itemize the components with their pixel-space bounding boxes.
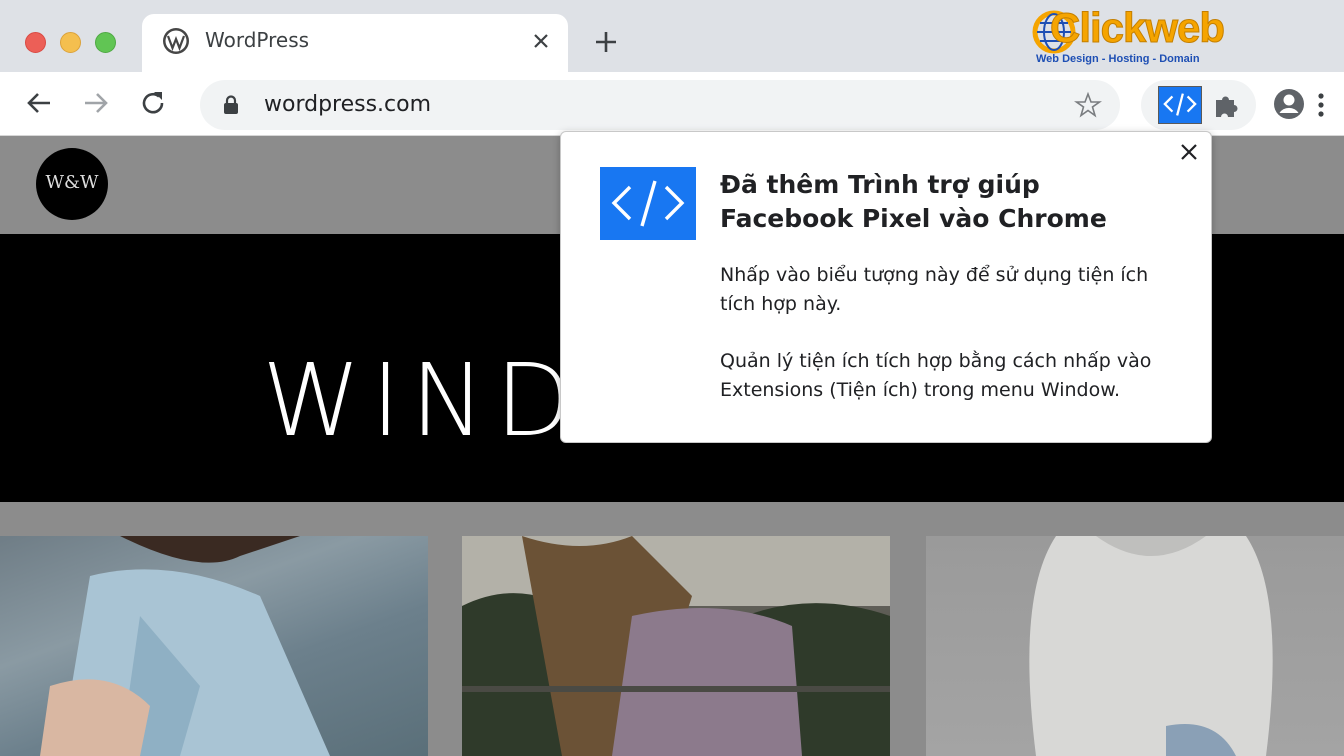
lock-icon bbox=[224, 95, 238, 114]
code-brackets-icon bbox=[1163, 93, 1197, 116]
popup-title: Đã thêm Trình trợ giúp Facebook Pixel và… bbox=[720, 170, 1107, 233]
window-close-button[interactable] bbox=[25, 32, 46, 53]
url-text: wordpress.com bbox=[264, 92, 432, 117]
extension-added-popup: Đã thêm Trình trợ giúp Facebook Pixel và… bbox=[560, 131, 1212, 443]
browser-toolbar: wordpress.com bbox=[0, 72, 1344, 136]
close-icon[interactable] bbox=[528, 28, 554, 54]
browser-window: WordPress Clickweb Web Design - Hosting … bbox=[0, 0, 1344, 756]
tab-strip: WordPress Clickweb Web Design - Hosting … bbox=[0, 0, 1344, 72]
extension-icon bbox=[600, 167, 696, 240]
plus-icon[interactable] bbox=[592, 28, 620, 56]
arrow-left-icon[interactable] bbox=[24, 88, 54, 118]
photo-illustration bbox=[40, 536, 330, 756]
tab-wordpress[interactable]: WordPress bbox=[142, 14, 568, 72]
gallery-photo-white-sweater[interactable] bbox=[926, 536, 1344, 756]
code-brackets-icon bbox=[611, 180, 685, 227]
star-icon[interactable] bbox=[1074, 91, 1102, 119]
puzzle-icon[interactable] bbox=[1211, 90, 1243, 122]
site-logo-text: W&W bbox=[45, 172, 99, 193]
wordpress-icon bbox=[163, 28, 189, 54]
brand-name: Clickweb bbox=[1049, 4, 1225, 52]
site-logo[interactable]: W&W bbox=[36, 148, 108, 220]
photo-illustration bbox=[1029, 536, 1273, 756]
hero-title: WIND bbox=[262, 342, 583, 459]
gallery-photo-denim-jacket[interactable] bbox=[0, 536, 428, 756]
photo-illustration bbox=[462, 536, 890, 756]
clickweb-watermark: Clickweb Web Design - Hosting - Domain bbox=[1032, 4, 1226, 68]
close-icon[interactable] bbox=[1177, 140, 1201, 164]
profile-icon[interactable] bbox=[1273, 88, 1305, 120]
window-minimize-button[interactable] bbox=[60, 32, 81, 53]
arrow-right-icon[interactable] bbox=[81, 88, 111, 118]
popup-instruction: Nhấp vào biểu tượng này để sử dụng tiện … bbox=[720, 264, 1149, 315]
tab-title: WordPress bbox=[205, 28, 310, 52]
address-bar[interactable]: wordpress.com bbox=[200, 80, 1120, 130]
extension-toolbar bbox=[1141, 80, 1256, 130]
facebook-pixel-helper-button[interactable] bbox=[1158, 86, 1202, 124]
gallery-photo-curly-hair[interactable] bbox=[462, 536, 890, 756]
popup-manage-note: Quản lý tiện ích tích hợp bằng cách nhấp… bbox=[720, 350, 1152, 401]
window-zoom-button[interactable] bbox=[95, 32, 116, 53]
reload-icon[interactable] bbox=[138, 88, 168, 118]
brand-tagline: Web Design - Hosting - Domain bbox=[1036, 53, 1200, 65]
kebab-menu-icon[interactable] bbox=[1312, 90, 1330, 120]
